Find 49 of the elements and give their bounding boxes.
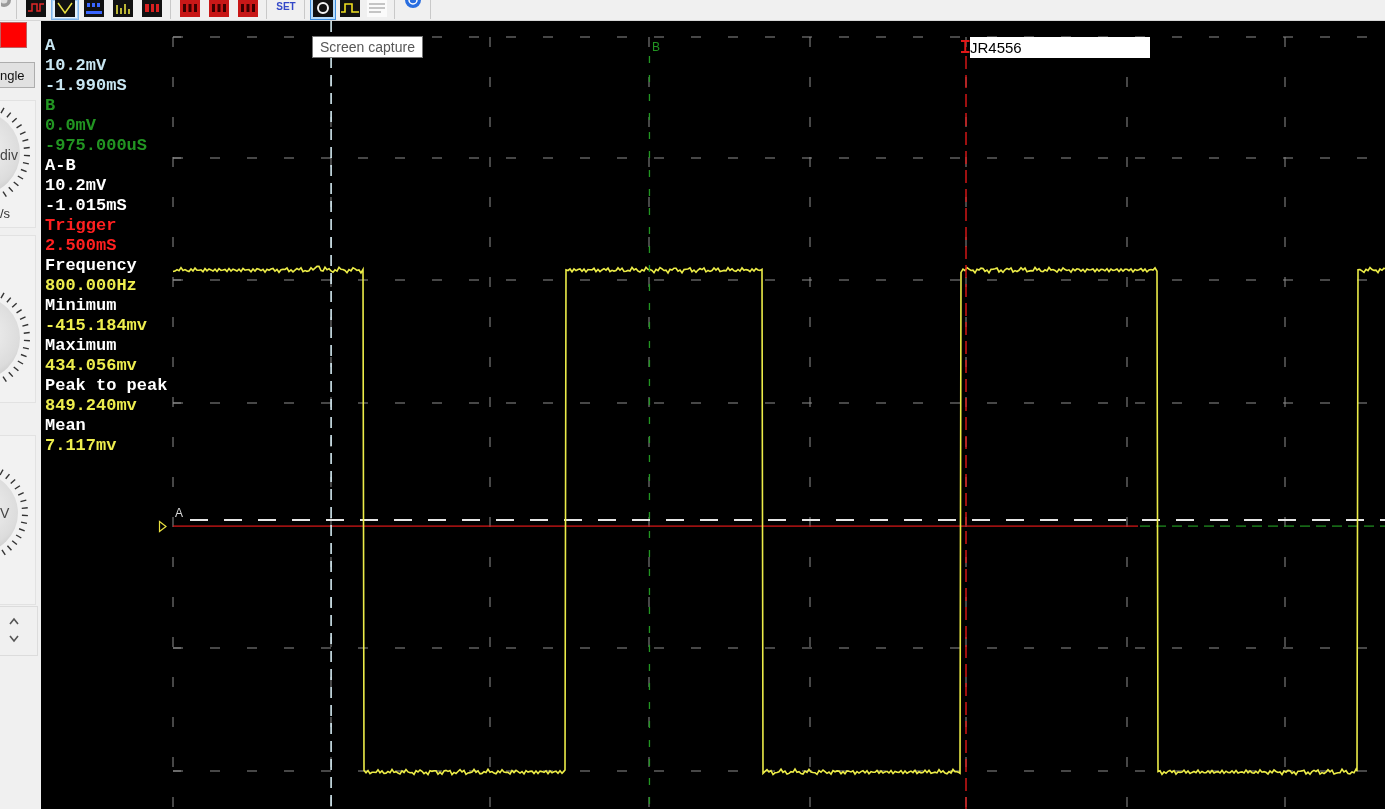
cursor-label: B [652,40,660,54]
measurement-label: Maximum [45,336,117,356]
info-icon [404,0,422,8]
readout-value: 2.500mS [45,236,117,256]
square-wave-icon [26,0,46,17]
bar-graph-icon [84,0,104,17]
spectrum-icon [113,0,133,17]
measurement-value: -415.184mv [45,316,148,336]
knob-label: div [0,147,18,163]
toolbar-button[interactable] [337,0,363,20]
cursor-line[interactable] [330,21,332,806]
meter-icon [238,0,258,17]
single-button[interactable]: ngle [0,62,35,88]
measurement-label: Frequency [45,256,137,276]
toolbar-button[interactable]: SET [272,0,300,20]
readout-value: 10.2mV [45,176,107,196]
meter-icon [209,0,229,17]
toolbar-button[interactable] [310,0,336,20]
knob-label: V [0,505,10,521]
measurement-label: Minimum [45,296,117,316]
label-box: JR4556 [970,37,1150,58]
measurement-value: 849.240mv [45,396,137,416]
readout-label: B [45,96,56,116]
measurement-value: 7.117mv [45,436,117,456]
trigger-marker-icon[interactable] [961,40,970,53]
channel-marker-icon[interactable] [158,520,167,533]
readout-value: -1.015mS [45,196,127,216]
readout-label: A-B [45,156,76,176]
up-down-chevron-icon [9,617,19,643]
trigger-line[interactable] [965,56,967,809]
meter-icon [180,0,200,17]
v-wave-icon [55,0,75,17]
measurement-value: 800.000Hz [45,276,137,296]
readout-icon [142,0,162,17]
readout-value: 10.2mV [45,56,107,76]
measurement-label: Mean [45,416,86,436]
toolbar-button[interactable] [51,0,79,20]
readout-value: 0.0mV [45,116,96,136]
readout-label: Trigger [45,216,117,236]
readout-value: -975.000uS [45,136,148,156]
readout-label: A [45,36,56,56]
measurement-label: Peak to peak [45,376,168,396]
measurement-value: 434.056mv [45,356,137,376]
channel-label: A [175,506,183,520]
ring-icon [313,0,333,17]
square-wave-icon [340,0,360,17]
readout-value: -1.990mS [45,76,127,96]
knob-caption: /s [0,207,11,221]
tooltip: Screen capture [312,36,423,58]
